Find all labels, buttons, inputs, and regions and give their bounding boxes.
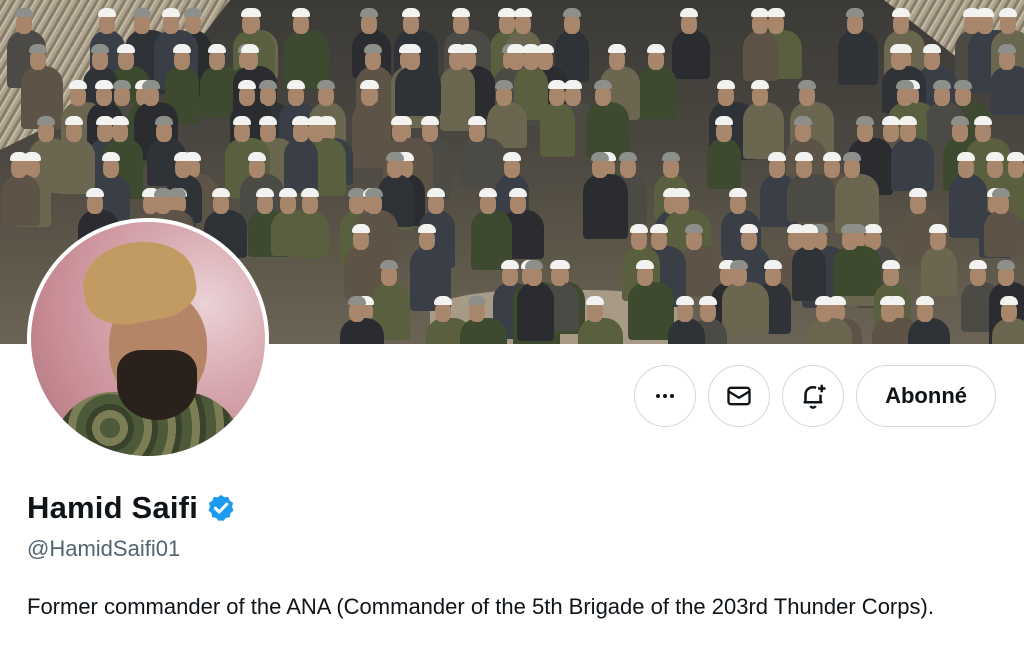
profile-name-row: Hamid Saifi bbox=[27, 490, 236, 526]
profile-actions: Abonné bbox=[634, 365, 996, 427]
more-button[interactable] bbox=[634, 365, 697, 427]
verified-badge-icon[interactable] bbox=[206, 493, 236, 523]
message-button[interactable] bbox=[708, 365, 771, 427]
avatar-beard bbox=[117, 350, 197, 420]
bell-plus-icon bbox=[803, 384, 826, 409]
profile-display-name: Hamid Saifi bbox=[27, 490, 199, 525]
profile-bio: Former commander of the ANA (Commander o… bbox=[27, 594, 934, 619]
profile-avatar[interactable] bbox=[27, 218, 269, 460]
more-horizontal-icon bbox=[656, 394, 675, 398]
profile-handle: @HamidSaifi01 bbox=[27, 536, 181, 561]
envelope-icon bbox=[727, 386, 751, 406]
following-button[interactable]: Abonné bbox=[856, 365, 996, 427]
notifications-button[interactable] bbox=[782, 365, 845, 427]
